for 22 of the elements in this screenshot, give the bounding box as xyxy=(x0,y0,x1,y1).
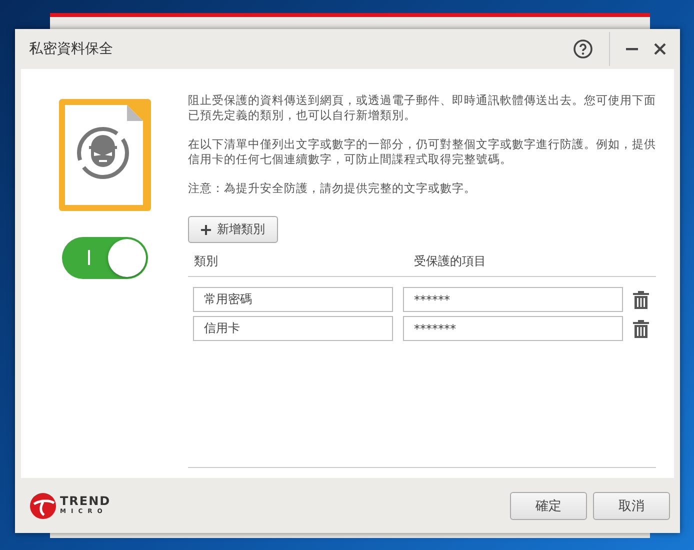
column-header: 受保護的項目 xyxy=(414,253,486,270)
toggle-switch[interactable] xyxy=(62,237,148,279)
category-field[interactable]: 信用卡 xyxy=(193,316,393,341)
logo-icon xyxy=(30,492,56,518)
column-header: 類別 xyxy=(194,253,219,270)
window-title: 私密資料保全 xyxy=(29,40,113,58)
plus-icon xyxy=(201,224,211,234)
logo-text: TREND xyxy=(60,495,111,508)
protected-item-field[interactable]: ****** xyxy=(403,287,623,312)
document-spy-icon xyxy=(56,99,152,213)
description-paragraph: 在以下清單中僅列出文字或數字的一部分，仍可對整個文字或數字進行防護。例如，提供信用卡的任何七個連續數字，可防止間諜程式取得完整號碼。 xyxy=(188,137,656,167)
description-paragraph: 注意：為提升安全防護，請勿提供完整的文字或數字。 xyxy=(188,181,477,196)
trash-icon[interactable] xyxy=(633,320,649,338)
ok-button[interactable]: 確定 xyxy=(510,492,587,520)
close-icon[interactable] xyxy=(654,43,666,55)
trash-icon[interactable] xyxy=(633,290,649,308)
description-paragraph: 阻止受保護的資料傳送到網頁，或透過電子郵件、即時通訊軟體傳送出去。您可使用下面已預先定義的類別，也可以自行新增類別。 xyxy=(188,93,656,123)
cancel-button[interactable]: 取消 xyxy=(593,492,670,520)
help-icon[interactable] xyxy=(573,39,593,59)
protected-item-field[interactable]: ******* xyxy=(403,316,623,341)
add-category-button[interactable]: 新增類別 xyxy=(188,216,278,243)
category-field[interactable]: 常用密碼 xyxy=(193,287,393,312)
